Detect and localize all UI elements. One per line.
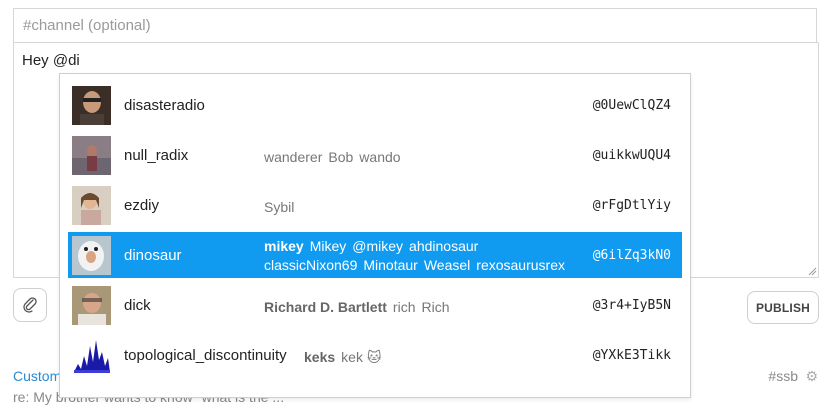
suggestion-row-null-radix[interactable]: null_radix wanderer Bob wando @uikkwUQU4: [68, 132, 682, 178]
suggestion-row-dick[interactable]: dick Richard D. Bartlett rich Rich @3r4+Iy…: [68, 282, 682, 328]
suggestion-username: disasteradio: [124, 97, 205, 114]
avatar: [72, 286, 111, 325]
attach-file-button[interactable]: [13, 288, 47, 322]
suggestion-row-disasteradio[interactable]: disasteradio @0UewClQZ4: [68, 82, 682, 128]
suggestion-id: @0UewClQZ4: [592, 98, 671, 113]
gear-icon[interactable]: ⚙: [805, 368, 818, 385]
feed-channel-link[interactable]: #ssb: [768, 368, 798, 384]
composer-text[interactable]: Hey @di: [22, 52, 80, 69]
avatar: [72, 86, 111, 125]
suggestion-username: dick: [124, 297, 151, 314]
avatar: [72, 336, 111, 375]
channel-input[interactable]: [13, 8, 817, 42]
suggestion-id: @YXkE3Tikk: [592, 348, 671, 363]
suggestion-username: topological_discontinuity: [124, 347, 287, 364]
suggestion-id: @3r4+IyB5N: [592, 298, 671, 313]
suggestion-username: ezdiy: [124, 197, 160, 214]
suggestion-username: null_radix: [124, 147, 189, 164]
avatar: [72, 186, 111, 225]
paperclip-icon: [23, 297, 37, 313]
suggestion-id: @6ilZq3kN0: [592, 248, 671, 263]
suggestion-id: @uikkwUQU4: [592, 148, 671, 163]
suggestion-names: Richard D. Bartlett rich Rich: [264, 299, 450, 315]
suggestion-names: wanderer Bob wando: [264, 149, 401, 165]
feed-author-link[interactable]: Custom: [13, 368, 61, 384]
suggestion-username: dinosaur: [124, 247, 182, 264]
suggestion-names: mikey Mikey @mikey ahdinosaur classicNixon69…: [264, 238, 565, 273]
suggestion-row-dinosaur[interactable]: dinosaur mikey Mikey @mikey ahdinosaur class…: [68, 232, 682, 278]
suggestion-row-ezdiy[interactable]: ezdiy Sybil @rFgDtlYiy: [68, 182, 682, 228]
suggestion-names: keks kek 🐱: [304, 349, 382, 365]
suggestion-id: @rFgDtlYiy: [592, 198, 671, 213]
avatar: [72, 136, 111, 175]
mention-suggestions: disasteradio @0UewClQZ4 null_radix wande…: [59, 73, 691, 398]
suggestion-row-topological-discontinuity[interactable]: topological_discontinuity keks kek 🐱 @YXk…: [68, 332, 682, 378]
publish-button[interactable]: PUBLISH: [747, 291, 819, 324]
suggestion-names: Sybil: [264, 199, 295, 215]
resize-grip-icon[interactable]: [807, 266, 817, 276]
avatar: [72, 236, 111, 275]
